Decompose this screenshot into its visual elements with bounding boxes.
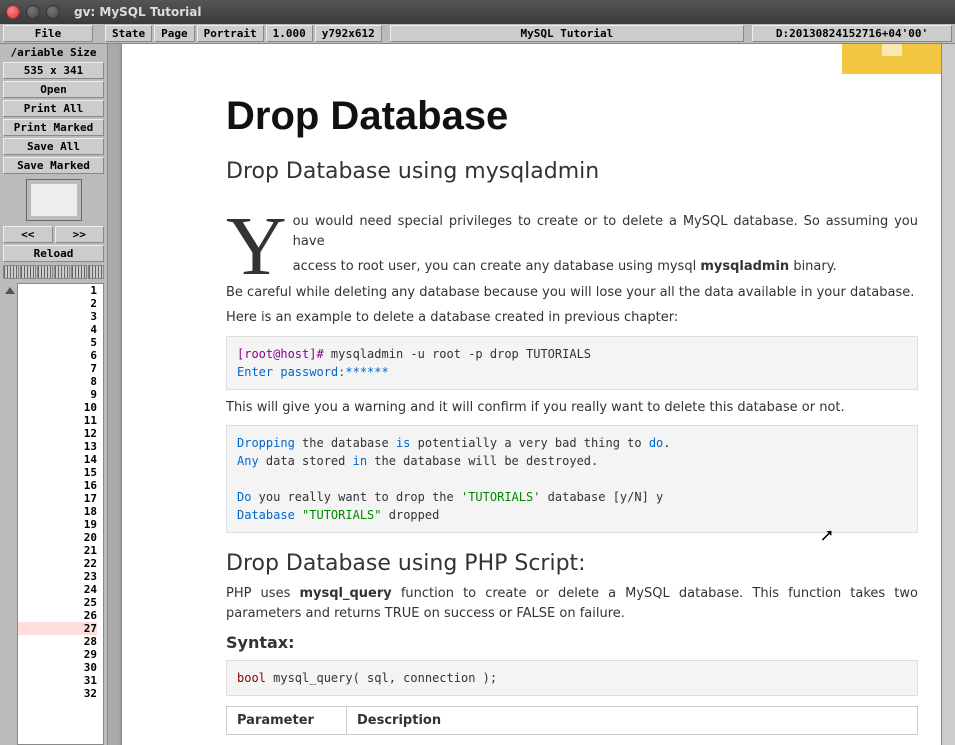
page-number-12[interactable]: 12	[18, 427, 97, 440]
th-parameter: Parameter	[227, 707, 347, 734]
page-number-15[interactable]: 15	[18, 466, 97, 479]
page-number-16[interactable]: 16	[18, 479, 97, 492]
orientation-button[interactable]: Portrait	[197, 25, 264, 42]
paragraph: access to root user, you can create any …	[226, 257, 918, 277]
page-number-20[interactable]: 20	[18, 531, 97, 544]
page-number-7[interactable]: 7	[18, 362, 97, 375]
page-number-13[interactable]: 13	[18, 440, 97, 453]
page-number-8[interactable]: 8	[18, 375, 97, 388]
heading-2: Drop Database using mysqladmin	[226, 159, 918, 184]
page-button[interactable]: Page	[154, 25, 195, 42]
page-number-9[interactable]: 9	[18, 388, 97, 401]
page-number-31[interactable]: 31	[18, 674, 97, 687]
page-number-23[interactable]: 23	[18, 570, 97, 583]
page-number-22[interactable]: 22	[18, 557, 97, 570]
page-number-32[interactable]: 32	[18, 687, 97, 700]
page-number-11[interactable]: 11	[18, 414, 97, 427]
print-all-button[interactable]: Print All	[3, 100, 104, 117]
page-number-29[interactable]: 29	[18, 648, 97, 661]
paragraph: Here is an example to delete a database …	[226, 308, 918, 328]
prev-page-button[interactable]: <<	[3, 226, 53, 243]
code-block: [root@host]# mysqladmin -u root -p drop …	[226, 336, 918, 390]
close-icon[interactable]	[6, 5, 20, 19]
paragraph: PHP uses mysql_query function to create …	[226, 584, 918, 623]
save-marked-button[interactable]: Save Marked	[3, 157, 104, 174]
reload-button[interactable]: Reload	[3, 245, 104, 262]
papersize-button[interactable]: y792x612	[315, 25, 382, 42]
titlebar: gv: MySQL Tutorial	[0, 0, 955, 24]
page-list[interactable]: 1234567891011121314151617181920212223242…	[3, 283, 104, 745]
mark-icons-row[interactable]	[3, 265, 104, 279]
page-thumbnail[interactable]	[26, 179, 82, 221]
page-number-30[interactable]: 30	[18, 661, 97, 674]
page-number-26[interactable]: 26	[18, 609, 97, 622]
vertical-scrollbar[interactable]	[941, 44, 955, 745]
page-number-25[interactable]: 25	[18, 596, 97, 609]
cursor-icon: ⭦	[821, 526, 833, 547]
up-arrow-icon[interactable]	[5, 287, 15, 294]
next-page-button[interactable]: >>	[55, 226, 105, 243]
param-table-header: Parameter Description	[226, 706, 918, 735]
save-all-button[interactable]: Save All	[3, 138, 104, 155]
page-number-2[interactable]: 2	[18, 297, 97, 310]
page-number-27[interactable]: 27	[18, 622, 97, 635]
page-number-24[interactable]: 24	[18, 583, 97, 596]
heading-1: Drop Database	[226, 94, 918, 139]
maximize-icon[interactable]	[46, 5, 60, 19]
page-number-1[interactable]: 1	[18, 284, 97, 297]
folder-tab-graphic	[842, 44, 942, 74]
toolbar: File State Page Portrait 1.000 y792x612 …	[0, 24, 955, 44]
page-number-6[interactable]: 6	[18, 349, 97, 362]
state-button[interactable]: State	[105, 25, 152, 42]
doc-date: D:20130824152716+04'00'	[752, 25, 952, 42]
sidebar: /ariable Size 535 x 341 Open Print All P…	[0, 44, 108, 745]
open-button[interactable]: Open	[3, 81, 104, 98]
file-menu[interactable]: File	[3, 25, 93, 42]
heading-4: Syntax:	[226, 633, 918, 652]
page-number-21[interactable]: 21	[18, 544, 97, 557]
page-number-19[interactable]: 19	[18, 518, 97, 531]
page-number-14[interactable]: 14	[18, 453, 97, 466]
document-page: Drop Database Drop Database using mysqla…	[122, 44, 955, 745]
doc-title: MySQL Tutorial	[390, 25, 744, 42]
viewer[interactable]: Drop Database Drop Database using mysqla…	[108, 44, 955, 745]
paragraph: This will give you a warning and it will…	[226, 398, 918, 418]
window-title: gv: MySQL Tutorial	[74, 5, 201, 19]
print-marked-button[interactable]: Print Marked	[3, 119, 104, 136]
th-description: Description	[347, 707, 917, 734]
page-number-17[interactable]: 17	[18, 492, 97, 505]
paragraph: You would need special privileges to cre…	[226, 212, 918, 251]
page-number-10[interactable]: 10	[18, 401, 97, 414]
page-number-18[interactable]: 18	[18, 505, 97, 518]
page-number-4[interactable]: 4	[18, 323, 97, 336]
page-number-5[interactable]: 5	[18, 336, 97, 349]
code-block: Dropping the database is potentially a v…	[226, 425, 918, 533]
page-number-28[interactable]: 28	[18, 635, 97, 648]
variable-size-label: /ariable Size	[3, 45, 104, 60]
paragraph: Be careful while deleting any database b…	[226, 283, 918, 303]
zoom-button[interactable]: 1.000	[266, 25, 313, 42]
dimensions-button[interactable]: 535 x 341	[3, 62, 104, 79]
code-block: bool mysql_query( sql, connection );	[226, 660, 918, 696]
page-number-3[interactable]: 3	[18, 310, 97, 323]
heading-3: Drop Database using PHP Script:	[226, 551, 918, 576]
minimize-icon[interactable]	[26, 5, 40, 19]
